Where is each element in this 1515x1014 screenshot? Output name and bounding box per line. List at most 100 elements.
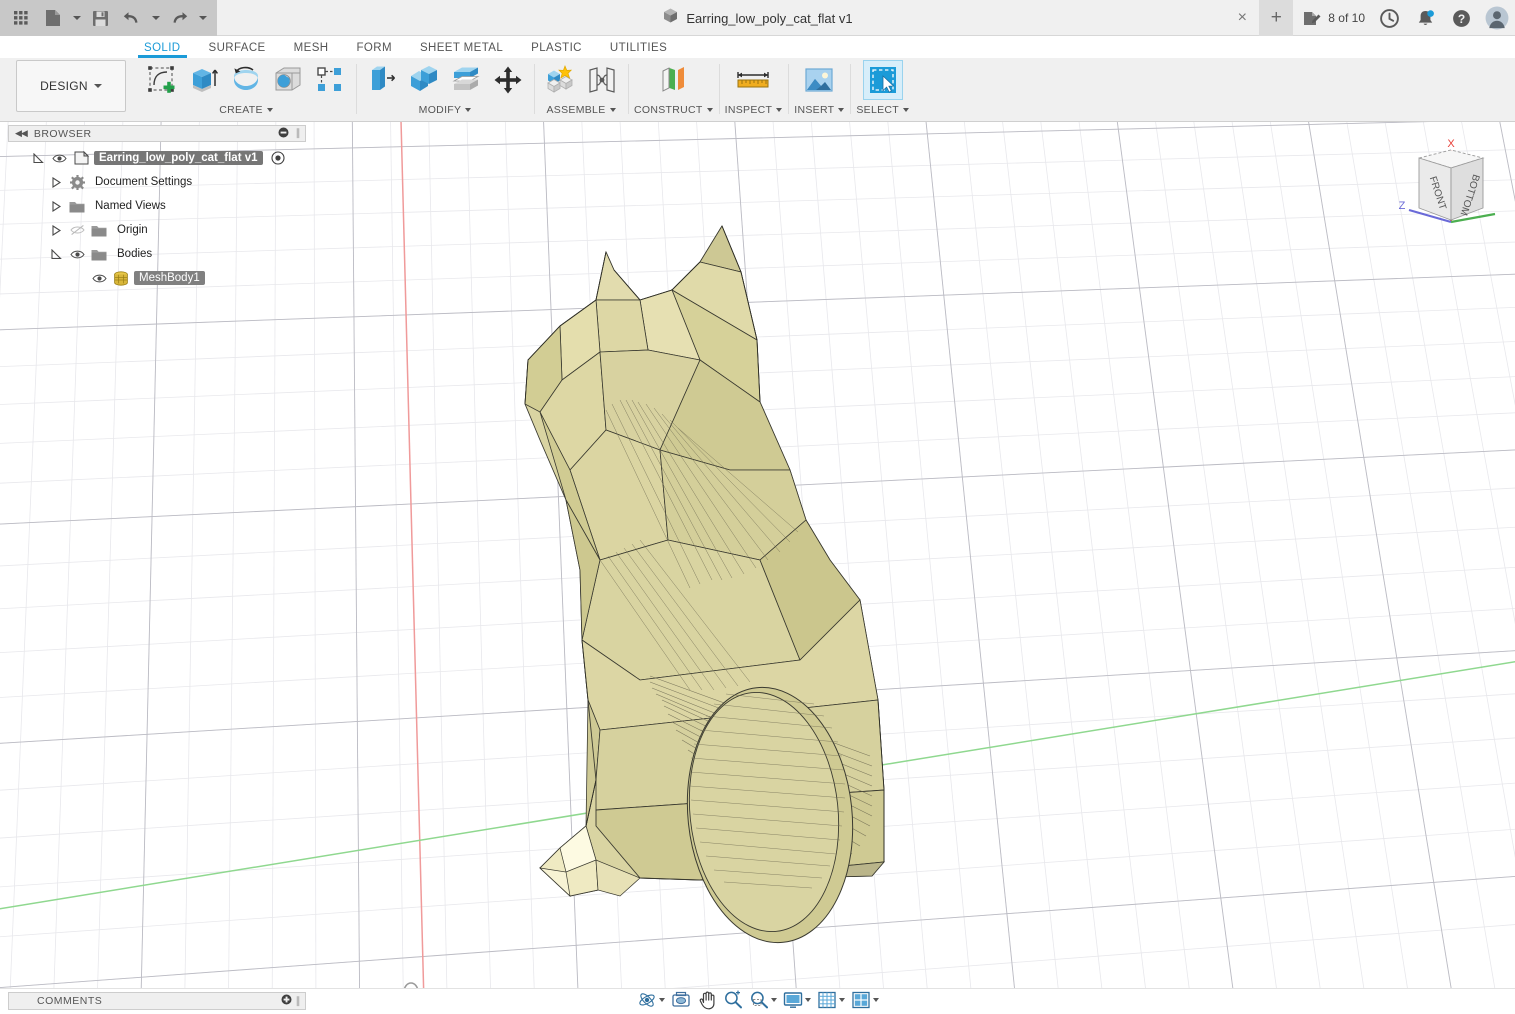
display-settings-button[interactable]: [780, 988, 814, 1012]
expander-expanded-icon[interactable]: [48, 246, 64, 262]
collapse-left-icon[interactable]: ◀◀: [15, 128, 28, 139]
view-cube[interactable]: X Z FRONT BOTTOM: [1395, 136, 1505, 236]
browser-tree: Earring_low_poly_cat_flat v1 Document Se…: [8, 142, 306, 290]
folder-icon: [90, 246, 108, 262]
visibility-eye-icon[interactable]: [90, 270, 108, 286]
chevron-down-icon[interactable]: [838, 108, 845, 112]
chevron-down-icon[interactable]: [838, 998, 845, 1002]
group-label-insert: INSERT: [794, 104, 835, 116]
chevron-down-icon[interactable]: [903, 108, 910, 112]
measure-button[interactable]: [733, 60, 773, 100]
document-icon: [72, 150, 90, 166]
tree-item-meshbody1[interactable]: MeshBody1: [8, 266, 306, 290]
chevron-down-icon[interactable]: [770, 998, 777, 1002]
ribbon-group-construct: CONSTRUCT: [628, 58, 719, 122]
workspace-label: DESIGN: [40, 79, 88, 93]
rectangular-pattern-button[interactable]: [310, 60, 350, 100]
recent-activity-button[interactable]: [1371, 0, 1407, 36]
title-bar: Earring_low_poly_cat_flat v1 × + 8 of 10: [0, 0, 1515, 36]
avatar[interactable]: [1479, 0, 1515, 36]
create-sketch-button[interactable]: [142, 60, 182, 100]
pan-button[interactable]: [694, 988, 720, 1012]
zoom-button[interactable]: [720, 988, 746, 1012]
chevron-down-icon[interactable]: [776, 108, 783, 112]
redo-dropdown-icon[interactable]: [196, 3, 209, 33]
workspace-switcher-button[interactable]: DESIGN: [16, 60, 126, 112]
group-label-modify: MODIFY: [418, 104, 462, 116]
tree-item-document-settings[interactable]: Document Settings: [8, 170, 306, 194]
visibility-eye-icon[interactable]: [68, 246, 86, 262]
new-tab-button[interactable]: +: [1259, 0, 1294, 36]
insert-image-button[interactable]: [799, 60, 839, 100]
minimize-icon[interactable]: [278, 127, 289, 141]
expander-collapsed-icon[interactable]: [48, 174, 64, 190]
undo-dropdown-icon[interactable]: [149, 3, 162, 33]
tree-item-label: Named Views: [95, 200, 166, 212]
add-comment-icon[interactable]: [281, 994, 292, 1008]
hole-button[interactable]: [268, 60, 308, 100]
chevron-down-icon[interactable]: [465, 108, 472, 112]
look-at-button[interactable]: [668, 988, 694, 1012]
panel-resize-handle[interactable]: ∥: [296, 996, 302, 1007]
save-icon[interactable]: [85, 3, 115, 33]
tree-item-named-views[interactable]: Named Views: [8, 194, 306, 218]
app-grid-icon[interactable]: [6, 3, 36, 33]
visibility-eye-hidden-icon[interactable]: [68, 222, 86, 238]
ribbon-group-select: SELECT: [850, 58, 915, 122]
ribbon-tab-bar: SOLID SURFACE MESH FORM SHEET METAL PLAS…: [130, 36, 681, 58]
chevron-down-icon[interactable]: [658, 998, 665, 1002]
tree-item-bodies[interactable]: Bodies: [8, 242, 306, 266]
tab-solid[interactable]: SOLID: [130, 36, 195, 58]
cube-icon: [662, 7, 679, 29]
split-body-button[interactable]: [446, 60, 486, 100]
job-status-button[interactable]: 8 of 10: [1293, 0, 1371, 36]
chevron-down-icon[interactable]: [609, 108, 616, 112]
extrude-button[interactable]: [184, 60, 224, 100]
offset-plane-button[interactable]: [653, 60, 693, 100]
tab-sheet-metal[interactable]: SHEET METAL: [406, 36, 517, 58]
chevron-down-icon[interactable]: [706, 108, 713, 112]
tab-plastic[interactable]: PLASTIC: [517, 36, 596, 58]
tab-utilities[interactable]: UTILITIES: [596, 36, 681, 58]
press-pull-button[interactable]: [362, 60, 402, 100]
expander-collapsed-icon[interactable]: [48, 198, 64, 214]
chevron-down-icon[interactable]: [266, 108, 273, 112]
tab-form[interactable]: FORM: [342, 36, 405, 58]
activate-icon[interactable]: [270, 151, 285, 165]
close-tab-button[interactable]: ×: [1225, 0, 1259, 36]
new-component-button[interactable]: [540, 60, 580, 100]
select-window-button[interactable]: [862, 60, 903, 100]
comments-bar[interactable]: COMMENTS ∥: [8, 992, 306, 1010]
ribbon-group-modify: MODIFY: [356, 58, 534, 122]
tree-item-root[interactable]: Earring_low_poly_cat_flat v1: [8, 146, 306, 170]
tree-item-origin[interactable]: Origin: [8, 218, 306, 242]
file-icon[interactable]: [38, 3, 68, 33]
navigation-bar: [634, 988, 882, 1012]
help-button[interactable]: ?: [1443, 0, 1479, 36]
tab-surface[interactable]: SURFACE: [195, 36, 280, 58]
revolve-button[interactable]: [226, 60, 266, 100]
redo-icon[interactable]: [164, 3, 194, 33]
visibility-eye-icon[interactable]: [50, 150, 68, 166]
move-copy-button[interactable]: [488, 60, 528, 100]
joint-button[interactable]: [582, 60, 622, 100]
chevron-down-icon: [93, 84, 102, 88]
fusion360-window: Earring_low_poly_cat_flat v1 × + 8 of 10: [0, 0, 1515, 1014]
job-status-label: 8 of 10: [1328, 11, 1365, 25]
zoom-window-button[interactable]: [746, 988, 780, 1012]
expander-collapsed-icon[interactable]: [48, 222, 64, 238]
expander-expanded-icon[interactable]: [30, 150, 46, 166]
tree-item-label: Earring_low_poly_cat_flat v1: [94, 151, 263, 165]
file-dropdown-icon[interactable]: [70, 3, 83, 33]
chevron-down-icon[interactable]: [804, 998, 811, 1002]
undo-icon[interactable]: [117, 3, 147, 33]
grid-snap-button[interactable]: [814, 988, 848, 1012]
ribbon-group-assemble: ASSEMBLE: [534, 58, 628, 122]
notifications-button[interactable]: [1407, 0, 1443, 36]
chevron-down-icon[interactable]: [872, 998, 879, 1002]
combine-button[interactable]: [404, 60, 444, 100]
orbit-button[interactable]: [634, 988, 668, 1012]
tab-mesh[interactable]: MESH: [280, 36, 343, 58]
viewports-button[interactable]: [848, 988, 882, 1012]
panel-resize-handle[interactable]: ∥: [296, 128, 302, 139]
